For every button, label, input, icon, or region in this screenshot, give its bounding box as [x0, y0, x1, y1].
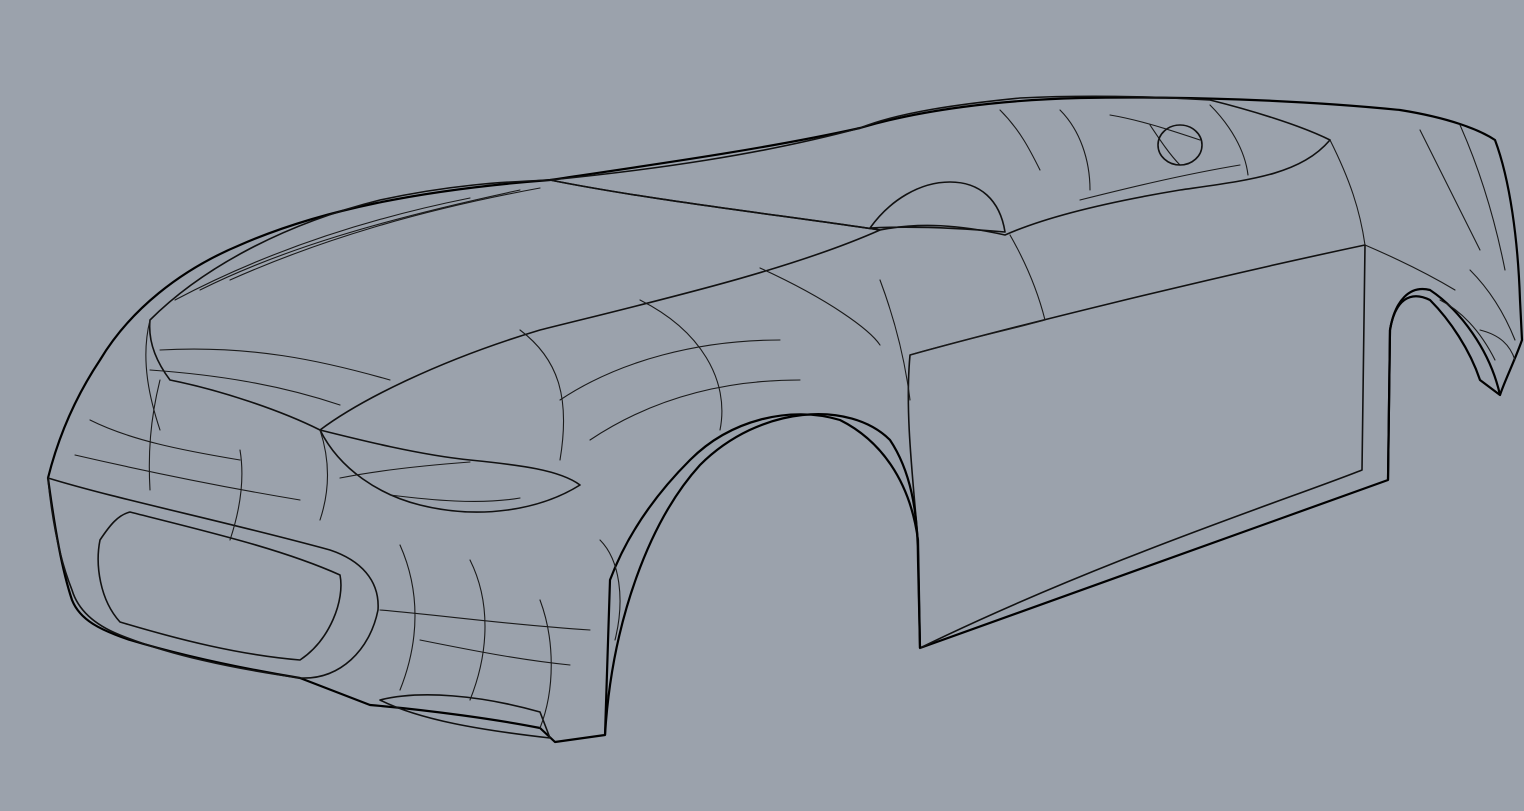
cockpit-area[interactable] — [549, 95, 1331, 236]
car-body-model[interactable] — [0, 0, 1524, 811]
seat-headrest — [1157, 124, 1203, 166]
rear-arch-details — [1439, 269, 1516, 361]
window-opening — [869, 181, 1006, 233]
hood-isocurves — [74, 187, 881, 541]
body-silhouette[interactable] — [46, 96, 1524, 744]
front-bumper[interactable] — [47, 477, 379, 679]
modeling-viewport[interactable] — [0, 0, 1524, 811]
headlight[interactable] — [319, 429, 581, 513]
front-wheel-arch — [603, 413, 922, 736]
door-panel[interactable] — [907, 244, 1366, 649]
rear-wheel-arch — [1386, 287, 1502, 481]
hood-surface[interactable] — [148, 179, 881, 431]
grille-opening — [97, 511, 342, 661]
